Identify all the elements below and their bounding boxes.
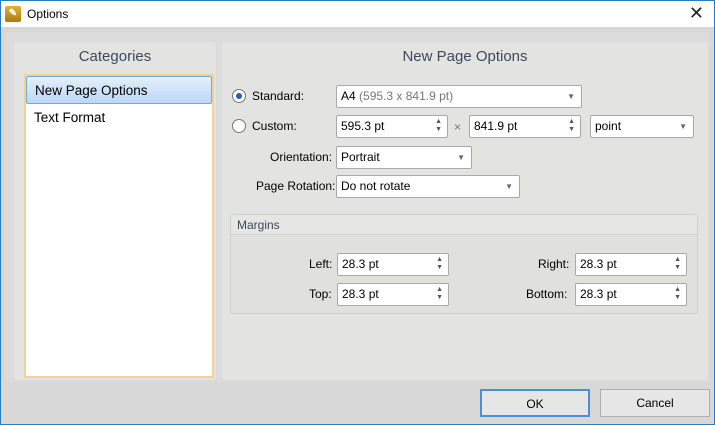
standard-size-dropdown[interactable]: A4 (595.3 x 841.9 pt) ▼ bbox=[336, 85, 582, 108]
chevron-down-icon: ▼ bbox=[457, 153, 465, 162]
chevron-down-icon: ▼ bbox=[679, 122, 687, 131]
ok-button[interactable]: OK bbox=[480, 389, 590, 417]
width-value: 595.3 pt bbox=[341, 119, 385, 133]
new-page-options-panel: New Page Options Standard: A4 (595.3 x 8… bbox=[222, 42, 708, 380]
orientation-dropdown[interactable]: Portrait ▼ bbox=[336, 146, 472, 169]
height-value: 841.9 pt bbox=[474, 119, 518, 133]
categories-list: New Page Options Text Format bbox=[24, 74, 214, 378]
spinner-icon[interactable]: ▲ ▼ bbox=[674, 256, 681, 272]
bottom-value: 28.3 pt bbox=[580, 287, 617, 301]
spinner-icon[interactable]: ▲ ▼ bbox=[436, 286, 443, 302]
spinner-icon[interactable]: ▲ ▼ bbox=[674, 286, 681, 302]
rotation-label: Page Rotation: bbox=[256, 179, 336, 193]
bottom-label: Bottom: bbox=[526, 287, 568, 301]
panel-header: New Page Options bbox=[402, 48, 528, 65]
orientation-value: Portrait bbox=[341, 150, 380, 164]
standard-value: A4 bbox=[341, 89, 356, 103]
standard-radio[interactable] bbox=[232, 89, 246, 103]
top-label: Top: bbox=[309, 287, 332, 301]
app-icon: ✎ bbox=[5, 6, 21, 22]
category-text-format[interactable]: Text Format bbox=[26, 104, 212, 132]
rotation-value: Do not rotate bbox=[341, 179, 411, 193]
top-value: 28.3 pt bbox=[342, 287, 379, 301]
right-value: 28.3 pt bbox=[580, 257, 617, 271]
chevron-down-icon: ▼ bbox=[505, 182, 513, 191]
standard-dims: (595.3 x 841.9 pt) bbox=[359, 89, 454, 103]
bottom-margin-stepper[interactable]: 28.3 pt ▲ ▼ bbox=[575, 283, 687, 306]
right-label: Right: bbox=[538, 257, 570, 271]
margins-header: Margins bbox=[231, 215, 697, 235]
top-margin-stepper[interactable]: 28.3 pt ▲ ▼ bbox=[337, 283, 449, 306]
unit-dropdown[interactable]: point ▼ bbox=[590, 115, 694, 138]
orientation-label: Orientation: bbox=[270, 150, 333, 164]
custom-label: Custom: bbox=[252, 119, 297, 133]
margins-group: Margins Left: 28.3 pt ▲ ▼ Top: 28.3 pt ▲ ▼ R… bbox=[230, 214, 698, 314]
window-title: Options bbox=[27, 7, 69, 21]
custom-height-stepper[interactable]: 841.9 pt ▲ ▼ bbox=[469, 115, 581, 138]
rotation-dropdown[interactable]: Do not rotate ▼ bbox=[336, 175, 520, 198]
category-new-page-options[interactable]: New Page Options bbox=[26, 76, 212, 104]
spinner-icon[interactable]: ▲ ▼ bbox=[568, 118, 575, 134]
categories-header: Categories bbox=[78, 48, 152, 65]
title-bar: ✎ Options ✕ bbox=[0, 0, 715, 27]
right-margin-stepper[interactable]: 28.3 pt ▲ ▼ bbox=[575, 253, 687, 276]
left-value: 28.3 pt bbox=[342, 257, 379, 271]
cancel-button[interactable]: Cancel bbox=[600, 389, 710, 417]
times-sign: × bbox=[454, 120, 462, 134]
spinner-icon[interactable]: ▲ ▼ bbox=[436, 256, 443, 272]
chevron-down-icon: ▼ bbox=[567, 92, 575, 101]
close-icon[interactable]: ✕ bbox=[689, 3, 704, 24]
standard-label: Standard: bbox=[252, 89, 305, 103]
spinner-icon[interactable]: ▲ ▼ bbox=[435, 118, 442, 134]
custom-width-stepper[interactable]: 595.3 pt ▲ ▼ bbox=[336, 115, 448, 138]
unit-value: point bbox=[595, 119, 622, 133]
categories-panel: Categories New Page Options Text Format bbox=[14, 42, 216, 380]
dialog-body: Categories New Page Options Text Format … bbox=[0, 27, 715, 425]
custom-radio[interactable] bbox=[232, 119, 246, 133]
left-margin-stepper[interactable]: 28.3 pt ▲ ▼ bbox=[337, 253, 449, 276]
left-label: Left: bbox=[309, 257, 333, 271]
